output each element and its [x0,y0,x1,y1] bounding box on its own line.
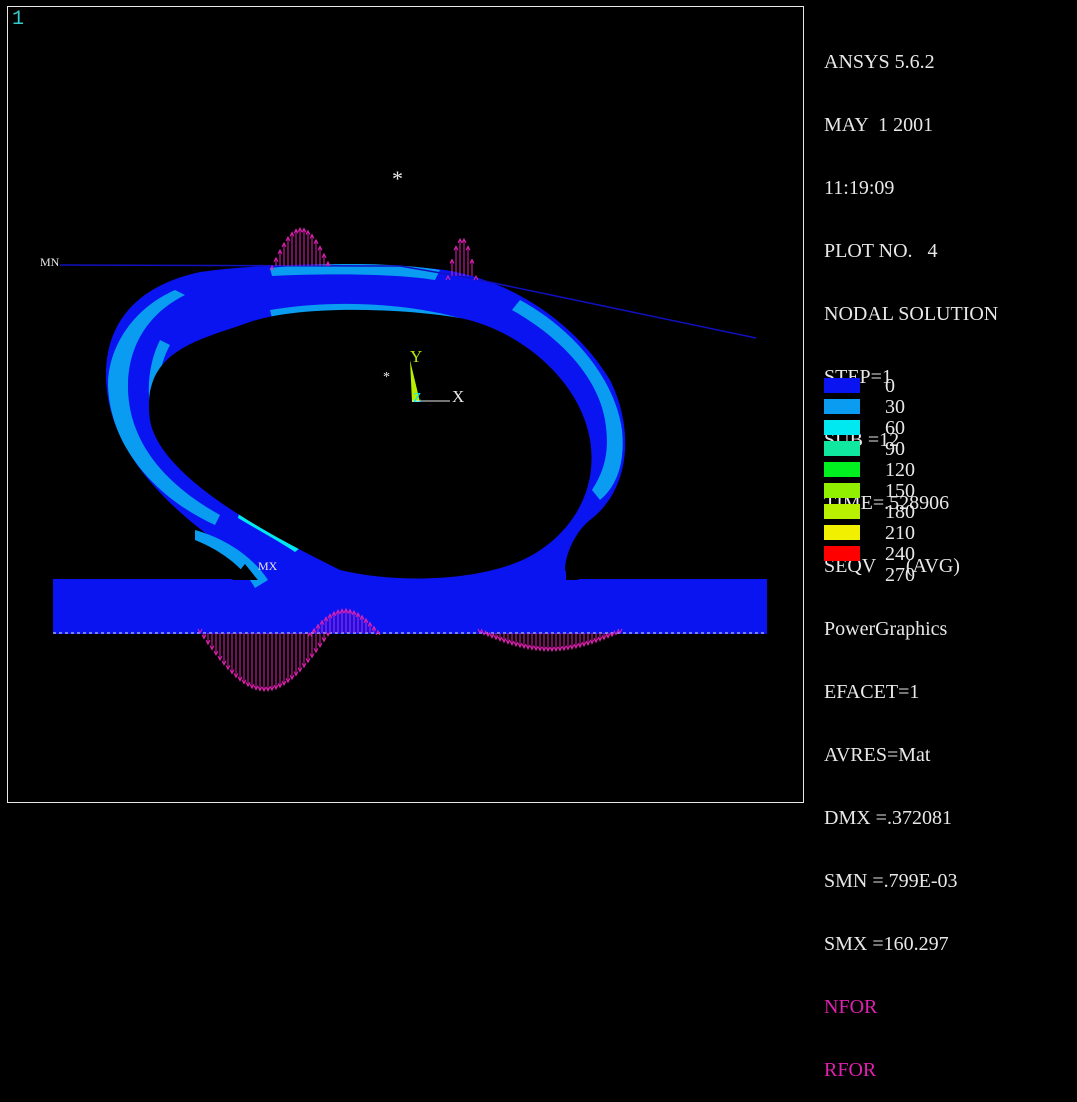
legend-label: 60 [885,417,905,439]
seal-loop [105,264,626,588]
info-line: PowerGraphics [824,618,948,640]
legend-swatch [824,420,860,435]
info-line: PLOT NO. 4 [824,240,938,262]
info-line: EFACET=1 [824,681,920,703]
focus-star: * [392,166,403,191]
fillet-right [566,566,580,580]
legend-swatch [824,504,860,519]
legend-swatch [824,399,860,414]
base-block [53,579,767,634]
info-line: SMX =160.297 [824,933,949,955]
mx-label: MX [258,559,278,573]
rfor-label: RFOR [824,1059,877,1081]
info-line: 11:19:09 [824,177,895,199]
info-line: ANSYS 5.6.2 [824,51,935,73]
triad-z-label: Z [413,391,422,406]
legend-swatch [824,462,860,477]
info-line: MAY 1 2001 [824,114,934,136]
window-number: 1 [12,8,25,31]
info-line: DMX =.372081 [824,807,952,829]
info-line: NODAL SOLUTION [824,303,999,325]
legend-swatch [824,546,860,561]
legend-label: 90 [885,438,905,460]
legend-label: 30 [885,396,905,418]
legend-label: 240 [885,543,915,565]
info-line: SMN =.799E-03 [824,870,958,892]
legend-label: 270 [885,564,915,586]
nfor-label: NFOR [824,996,878,1018]
legend-label: 180 [885,501,915,523]
legend-swatch [824,441,860,456]
legend-swatch [824,378,860,393]
legend-label: 150 [885,480,915,502]
mn-label: MN [40,255,60,269]
center-star: * [383,370,390,385]
legend-label: 120 [885,459,915,481]
triad-y-label: Y [410,347,422,366]
legend-swatch [824,525,860,540]
triad-x-label: X [452,387,464,406]
legend-swatch [824,483,860,498]
legend-label: 210 [885,522,915,544]
legend-label: 0 [885,375,895,397]
info-line: AVRES=Mat [824,744,931,766]
